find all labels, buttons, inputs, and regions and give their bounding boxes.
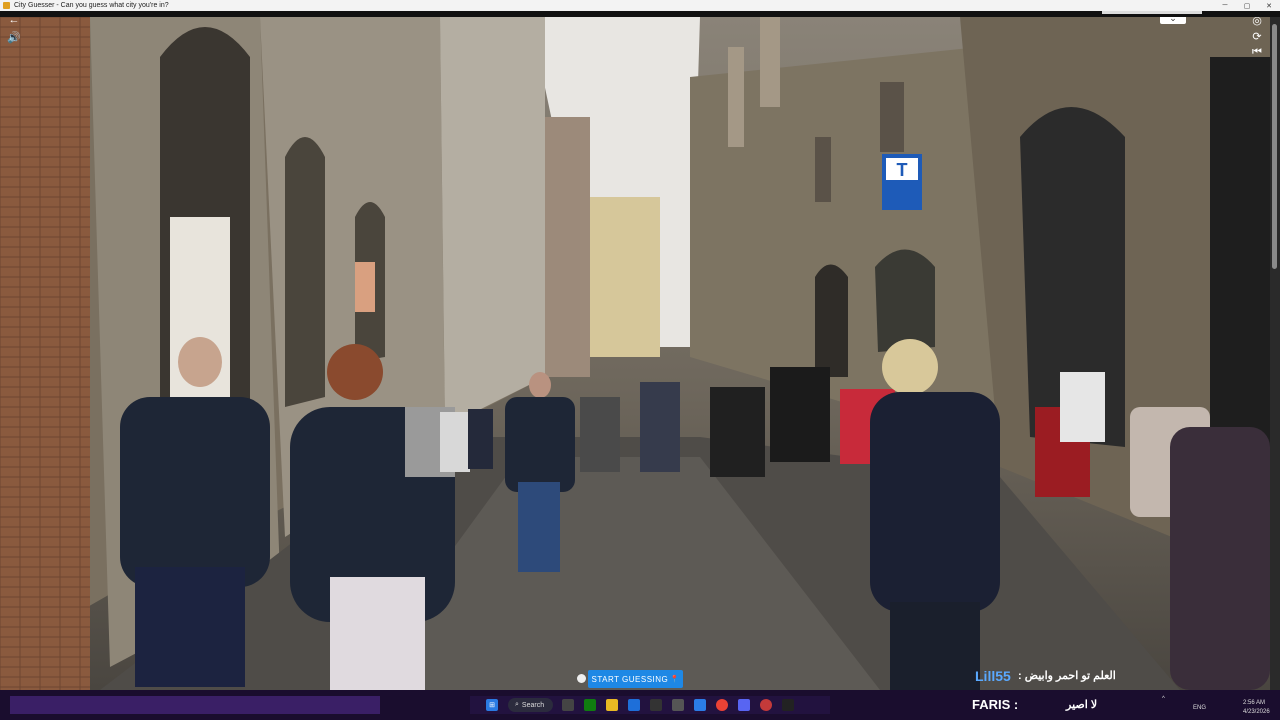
window-controls: ─ ▢ ✕ [1214,0,1280,11]
search-icon: ⌕ [515,701,519,708]
mail-icon[interactable] [628,699,640,711]
vscode-icon[interactable] [694,699,706,711]
taskbar-search[interactable]: ⌕ Search [508,698,553,712]
back-arrow-icon[interactable]: ← [6,17,22,27]
app-icon [3,2,10,9]
minimize-icon[interactable]: ─ [1214,0,1236,11]
pin-icon: 📍 [670,676,680,683]
discord-icon[interactable] [738,699,750,711]
chat-username: Lill55 [975,668,1011,684]
language-indicator[interactable]: ENG [1193,705,1206,711]
street-scene-image: T [0,17,1270,690]
street-view[interactable]: T ← 🔊 ⌄ ◎ ⟳ ⏮ Lill55 العلم تو احمر وابيض… [0,17,1270,690]
clock-time[interactable]: 2:56 AM [1243,700,1265,706]
chrome-icon[interactable] [716,699,728,711]
bottom-message: لا اصير [1066,699,1098,711]
clock-date[interactable]: 4/23/2026 [1243,709,1270,715]
restart-icon[interactable]: ⏮ [1249,45,1265,59]
start-guessing-label: START GUESSING [591,674,669,684]
browser-icon[interactable] [760,699,772,711]
cursor-dot [577,674,586,683]
scrollbar-thumb[interactable] [1272,24,1277,269]
svg-text:T: T [897,160,908,180]
bottom-name: FARIS : [972,697,1018,712]
target-icon[interactable]: ◎ [1249,17,1265,27]
refresh-icon[interactable]: ⟳ [1249,29,1265,43]
app-icon-obs[interactable] [650,699,662,711]
tray-chevron-icon[interactable]: ^ [1162,696,1165,702]
search-label: Search [521,701,545,709]
chat-message: العلم تو احمر وابيض : [1018,670,1116,682]
xbox-icon[interactable] [584,699,596,711]
file-explorer-icon[interactable] [606,699,618,711]
task-view-icon[interactable] [562,699,574,711]
windows-start-icon[interactable]: ⊞ [486,699,498,711]
start-guessing-button[interactable]: START GUESSING 📍 [588,670,683,688]
maximize-icon[interactable]: ▢ [1236,0,1258,11]
close-icon[interactable]: ✕ [1258,0,1280,11]
bottom-name-label: FARIS : [972,697,1019,712]
chevron-down-icon[interactable]: ⌄ [1160,17,1186,24]
volume-icon[interactable]: 🔊 [6,30,22,44]
app-icon-generic[interactable] [672,699,684,711]
terminal-icon[interactable] [782,699,794,711]
window-title: City Guesser - Can you guess what city y… [14,2,169,9]
window-titlebar: City Guesser - Can you guess what city y… [0,0,1280,11]
